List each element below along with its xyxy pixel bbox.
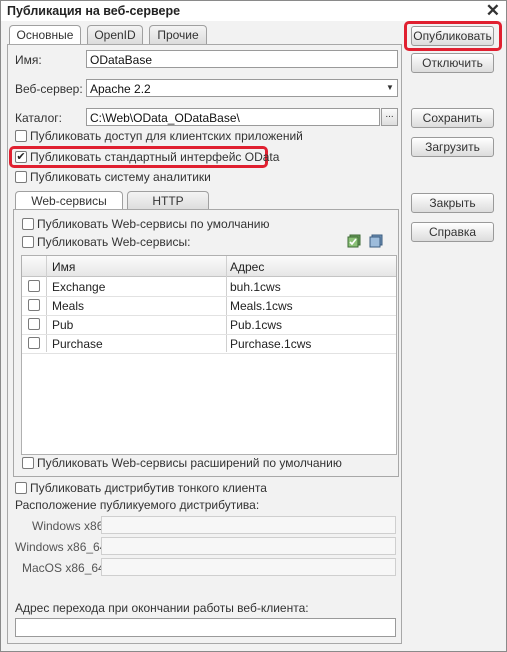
ws-default-checkbox[interactable] [22,218,34,230]
tab-http-services[interactable]: HTTP сервисы [127,191,209,226]
tab-openid[interactable]: OpenID [87,25,143,44]
column-address-header[interactable]: Адрес [230,260,264,274]
ws-extensions-label: Публиковать Web-сервисы расширений по ум… [37,456,342,470]
windows-x86-label: Windows x86: [32,519,107,533]
macos-x64-input [101,558,396,576]
server-label: Веб-сервер: [15,82,83,96]
name-input[interactable]: ODataBase [86,50,398,68]
catalog-label: Каталог: [15,111,62,125]
ws-publish-checkbox[interactable] [22,236,34,248]
close-button[interactable]: Закрыть [411,193,494,213]
load-button[interactable]: Загрузить [411,137,494,157]
redirect-label: Адрес перехода при окончании работы веб-… [15,601,309,615]
web-services-table: Имя Адрес Exchange buh.1cws Meals Meals.… [21,255,397,455]
window-title: Публикация на веб-сервере [7,4,181,18]
windows-x64-label: Windows x86_64: [15,540,110,554]
server-select[interactable]: Apache 2.2 ▼ [86,79,398,97]
thin-client-label: Публиковать дистрибутив тонкого клиента [30,481,267,495]
row-checkbox[interactable] [28,280,40,292]
distrib-location-label: Расположение публикуемого дистрибутива: [15,498,260,512]
windows-x64-input [101,537,396,555]
client-access-label: Публиковать доступ для клиентских прилож… [30,129,303,143]
table-row[interactable]: Purchase Purchase.1cws [22,334,396,354]
unpublish-button[interactable]: Отключить [411,53,494,73]
tab-main[interactable]: Основные [9,25,81,45]
chevron-down-icon[interactable]: ▼ [383,80,397,96]
ws-publish-label: Публиковать Web-сервисы: [37,235,191,249]
macos-x64-label: MacOS x86_64: [22,561,109,575]
publish-button[interactable]: Опубликовать [411,26,494,46]
check-all-icon[interactable] [347,234,361,248]
odata-checkbox[interactable]: ✔ [15,151,27,163]
name-label: Имя: [15,53,42,67]
row-checkbox[interactable] [28,299,40,311]
ws-default-label: Публиковать Web-сервисы по умолчанию [37,217,270,231]
close-icon[interactable]: ✕ [486,1,500,21]
row-address: Purchase.1cws [230,337,312,351]
help-button[interactable]: Справка [411,222,494,242]
tab-web-services[interactable]: Web-сервисы [15,191,123,211]
server-value: Apache 2.2 [90,82,151,96]
table-row[interactable]: Pub Pub.1cws [22,315,396,335]
ws-extensions-checkbox[interactable] [22,457,34,469]
thin-client-checkbox[interactable] [15,482,27,494]
row-checkbox[interactable] [28,318,40,330]
windows-x86-input [101,516,396,534]
client-access-checkbox[interactable] [15,130,27,142]
table-header: Имя Адрес [22,256,396,277]
table-row[interactable]: Meals Meals.1cws [22,296,396,316]
row-name: Pub [52,318,74,332]
uncheck-all-icon[interactable] [369,234,383,248]
row-address: buh.1cws [230,280,281,294]
row-address: Meals.1cws [230,299,293,313]
browse-button[interactable]: ... [381,108,398,126]
row-name: Purchase [52,337,103,351]
analytics-label: Публиковать систему аналитики [30,170,211,184]
catalog-input[interactable]: C:\Web\OData_ODataBase\ [86,108,380,126]
row-checkbox[interactable] [28,337,40,349]
save-button[interactable]: Сохранить [411,108,494,128]
row-name: Exchange [52,280,106,294]
row-name: Meals [52,299,85,313]
column-name-header[interactable]: Имя [52,260,75,274]
title-bar: Публикация на веб-сервере ✕ [1,1,506,21]
odata-label: Публиковать стандартный интерфейс OData [30,150,280,164]
analytics-checkbox[interactable] [15,171,27,183]
redirect-input[interactable] [15,618,396,637]
tab-other[interactable]: Прочие [149,25,207,44]
table-row[interactable]: Exchange buh.1cws [22,277,396,297]
row-address: Pub.1cws [230,318,283,332]
